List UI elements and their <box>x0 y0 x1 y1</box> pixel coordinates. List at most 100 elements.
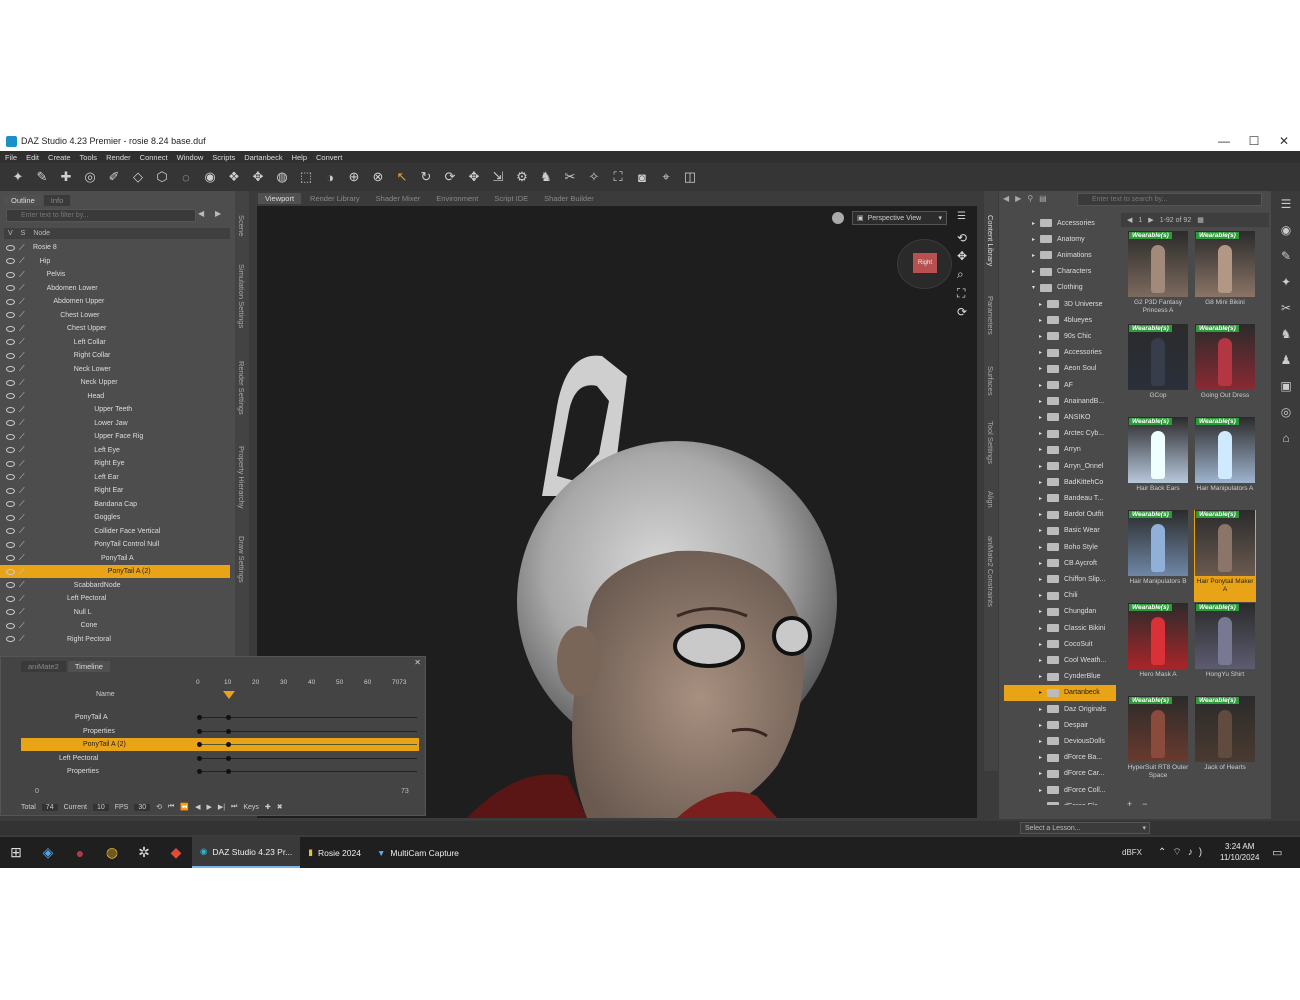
scene-node-row[interactable]: ⟋ Left Pectoral <box>0 592 230 605</box>
visibility-eye-icon[interactable] <box>6 622 15 629</box>
selectable-icon[interactable]: ⟋ <box>19 445 25 455</box>
visibility-eye-icon[interactable] <box>6 393 15 399</box>
content-thumbnail[interactable]: Wearable(s) Going Out Dress <box>1194 324 1256 416</box>
rotate-view-icon[interactable]: ⟳ <box>440 167 460 187</box>
scene-node-row[interactable]: ⟋ Neck Lower <box>0 363 230 376</box>
visibility-eye-icon[interactable] <box>6 487 15 494</box>
category-item[interactable]: ▸ Basic Wear <box>1004 523 1116 539</box>
pointer-icon[interactable]: ⌖ <box>656 167 676 187</box>
scene-node-row[interactable]: ⟋ PonyTail Control Null <box>0 538 230 551</box>
total-frames-field[interactable]: 74 <box>41 803 58 811</box>
category-item[interactable]: ▸ AnainandB... <box>1004 393 1116 409</box>
transform-icon[interactable]: ⊗ <box>368 167 388 187</box>
selectable-icon[interactable]: ⟋ <box>19 634 25 644</box>
expand-arrow-icon[interactable]: ▾ <box>1032 284 1040 291</box>
geometry-icon[interactable]: ◇ <box>128 167 148 187</box>
add-icon[interactable]: + <box>1127 799 1132 809</box>
timeline-track-row[interactable]: Properties <box>21 765 419 778</box>
remove-icon[interactable]: − <box>1142 799 1147 809</box>
tab-script-ide[interactable]: Script IDE <box>487 193 536 204</box>
lasso-icon[interactable]: ◌ <box>176 167 196 187</box>
chrome-icon[interactable]: ◍ <box>101 842 123 864</box>
scene-node-row[interactable]: ⟋ Bandana Cap <box>0 498 230 511</box>
category-item[interactable]: ▸ Chili <box>1004 588 1116 604</box>
content-thumbnail[interactable]: Wearable(s) HyperSuit RT8 Outer Space <box>1127 696 1189 788</box>
expand-arrow-icon[interactable]: ▸ <box>1039 301 1047 308</box>
expand-arrow-icon[interactable]: ▸ <box>1039 317 1047 324</box>
timeline-close-icon[interactable]: ✕ <box>414 658 421 667</box>
category-item[interactable]: ▸ Animations <box>1004 247 1116 263</box>
expand-arrow-icon[interactable]: ▸ <box>1039 544 1047 551</box>
universal-icon[interactable]: ❖ <box>224 167 244 187</box>
fps-field[interactable]: 30 <box>134 803 151 811</box>
expand-arrow-icon[interactable]: ▸ <box>1039 349 1047 356</box>
menu-edit[interactable]: Edit <box>26 153 39 162</box>
sidetab-scene[interactable]: Scene <box>237 215 246 236</box>
expand-arrow-icon[interactable]: ▸ <box>1039 446 1047 453</box>
tab-outline[interactable]: Outline <box>4 195 42 206</box>
expand-arrow-icon[interactable]: ▸ <box>1039 430 1047 437</box>
visibility-eye-icon[interactable] <box>6 555 15 561</box>
keyframe-marker[interactable] <box>226 769 231 774</box>
selectable-icon[interactable]: ⟋ <box>19 324 25 334</box>
visibility-eye-icon[interactable] <box>6 528 15 534</box>
minimize-button[interactable]: — <box>1208 131 1240 151</box>
tab-info[interactable]: Info <box>43 195 71 206</box>
tray-icons[interactable]: ⌃⌔♪) <box>1158 846 1208 859</box>
scene-node-row[interactable]: ⟋ Head <box>0 390 230 403</box>
visibility-eye-icon[interactable] <box>6 595 15 602</box>
col-visible[interactable]: V <box>8 230 13 237</box>
draw-style-icon[interactable] <box>832 212 844 224</box>
category-item[interactable]: ▸ Classic Bikini <box>1004 620 1116 636</box>
visibility-eye-icon[interactable] <box>6 325 15 332</box>
menu-render[interactable]: Render <box>106 153 131 162</box>
last-frame-icon[interactable]: ⏭ <box>231 803 237 811</box>
visibility-eye-icon[interactable] <box>6 460 15 467</box>
selectable-icon[interactable]: ⟋ <box>19 310 25 320</box>
expand-arrow-icon[interactable]: ▸ <box>1039 592 1047 599</box>
expand-arrow-icon[interactable]: ▸ <box>1032 252 1040 259</box>
scene-node-row[interactable]: ⟋ Right Ear <box>0 484 230 497</box>
category-item[interactable]: ▸ CB Aycroft <box>1004 555 1116 571</box>
view-options-icon[interactable]: ▤ <box>1039 194 1047 203</box>
settings-wheel-icon[interactable]: ✲ <box>133 842 155 864</box>
category-item[interactable]: ▸ 3D Universe <box>1004 296 1116 312</box>
zoom-icon[interactable]: ⌕ <box>957 267 967 282</box>
pose-library-icon[interactable]: ✎ <box>1278 248 1294 264</box>
notification-icon[interactable]: ▭ <box>1272 846 1282 859</box>
category-item[interactable]: ▸ Bardot Outfit <box>1004 507 1116 523</box>
keyframe-marker[interactable] <box>197 769 202 774</box>
category-item[interactable]: ▸ Aeon Soul <box>1004 361 1116 377</box>
active-pose-icon[interactable]: ⊕ <box>344 167 364 187</box>
figure-library-icon[interactable]: ◉ <box>1278 222 1294 238</box>
scene-node-row[interactable]: ⟋ Hip <box>0 255 230 268</box>
keyframe-marker[interactable] <box>226 755 231 761</box>
selectable-icon[interactable]: ⟋ <box>19 256 25 266</box>
category-item[interactable]: ▸ Dartanbeck <box>1004 684 1116 701</box>
expand-arrow-icon[interactable]: ▸ <box>1039 495 1047 502</box>
selectable-icon[interactable]: ⟋ <box>19 513 25 523</box>
pose-icon[interactable]: ♞ <box>536 167 556 187</box>
category-item[interactable]: ▸ Cool Weath... <box>1004 652 1116 668</box>
category-item[interactable]: ▸ CocoSuit <box>1004 636 1116 652</box>
expand-arrow-icon[interactable]: ▸ <box>1039 673 1047 680</box>
category-item[interactable]: ▸ 90s Chic <box>1004 328 1116 344</box>
taskbar-daz-studio[interactable]: ◉ DAZ Studio 4.23 Pr... <box>192 837 301 868</box>
copilot-icon[interactable]: ◈ <box>37 842 59 864</box>
visibility-eye-icon[interactable] <box>6 636 15 642</box>
selectable-icon[interactable]: ⟋ <box>19 499 25 509</box>
loop-icon[interactable]: ⟲ <box>156 803 162 811</box>
keyframe-marker[interactable] <box>226 715 231 720</box>
region-nav-icon[interactable]: ◎ <box>80 167 100 187</box>
scene-node-row[interactable]: ⟋ Collider Face Vertical <box>0 525 230 538</box>
category-item[interactable]: ▸ Bandeau T... <box>1004 490 1116 506</box>
rotate-icon[interactable]: ✥ <box>248 167 268 187</box>
expand-arrow-icon[interactable]: ▸ <box>1039 608 1047 615</box>
category-item[interactable]: ▸ Arctec Cyb... <box>1004 426 1116 442</box>
content-thumbnail[interactable]: Wearable(s) Hair Manipulators B <box>1127 510 1189 602</box>
menu-help[interactable]: Help <box>292 153 307 162</box>
step-forward-icon[interactable]: ▶| <box>218 803 225 811</box>
selectable-icon[interactable]: ⟋ <box>19 459 25 469</box>
visibility-eye-icon[interactable] <box>6 447 15 453</box>
orbit-icon[interactable]: ⟲ <box>957 231 967 245</box>
